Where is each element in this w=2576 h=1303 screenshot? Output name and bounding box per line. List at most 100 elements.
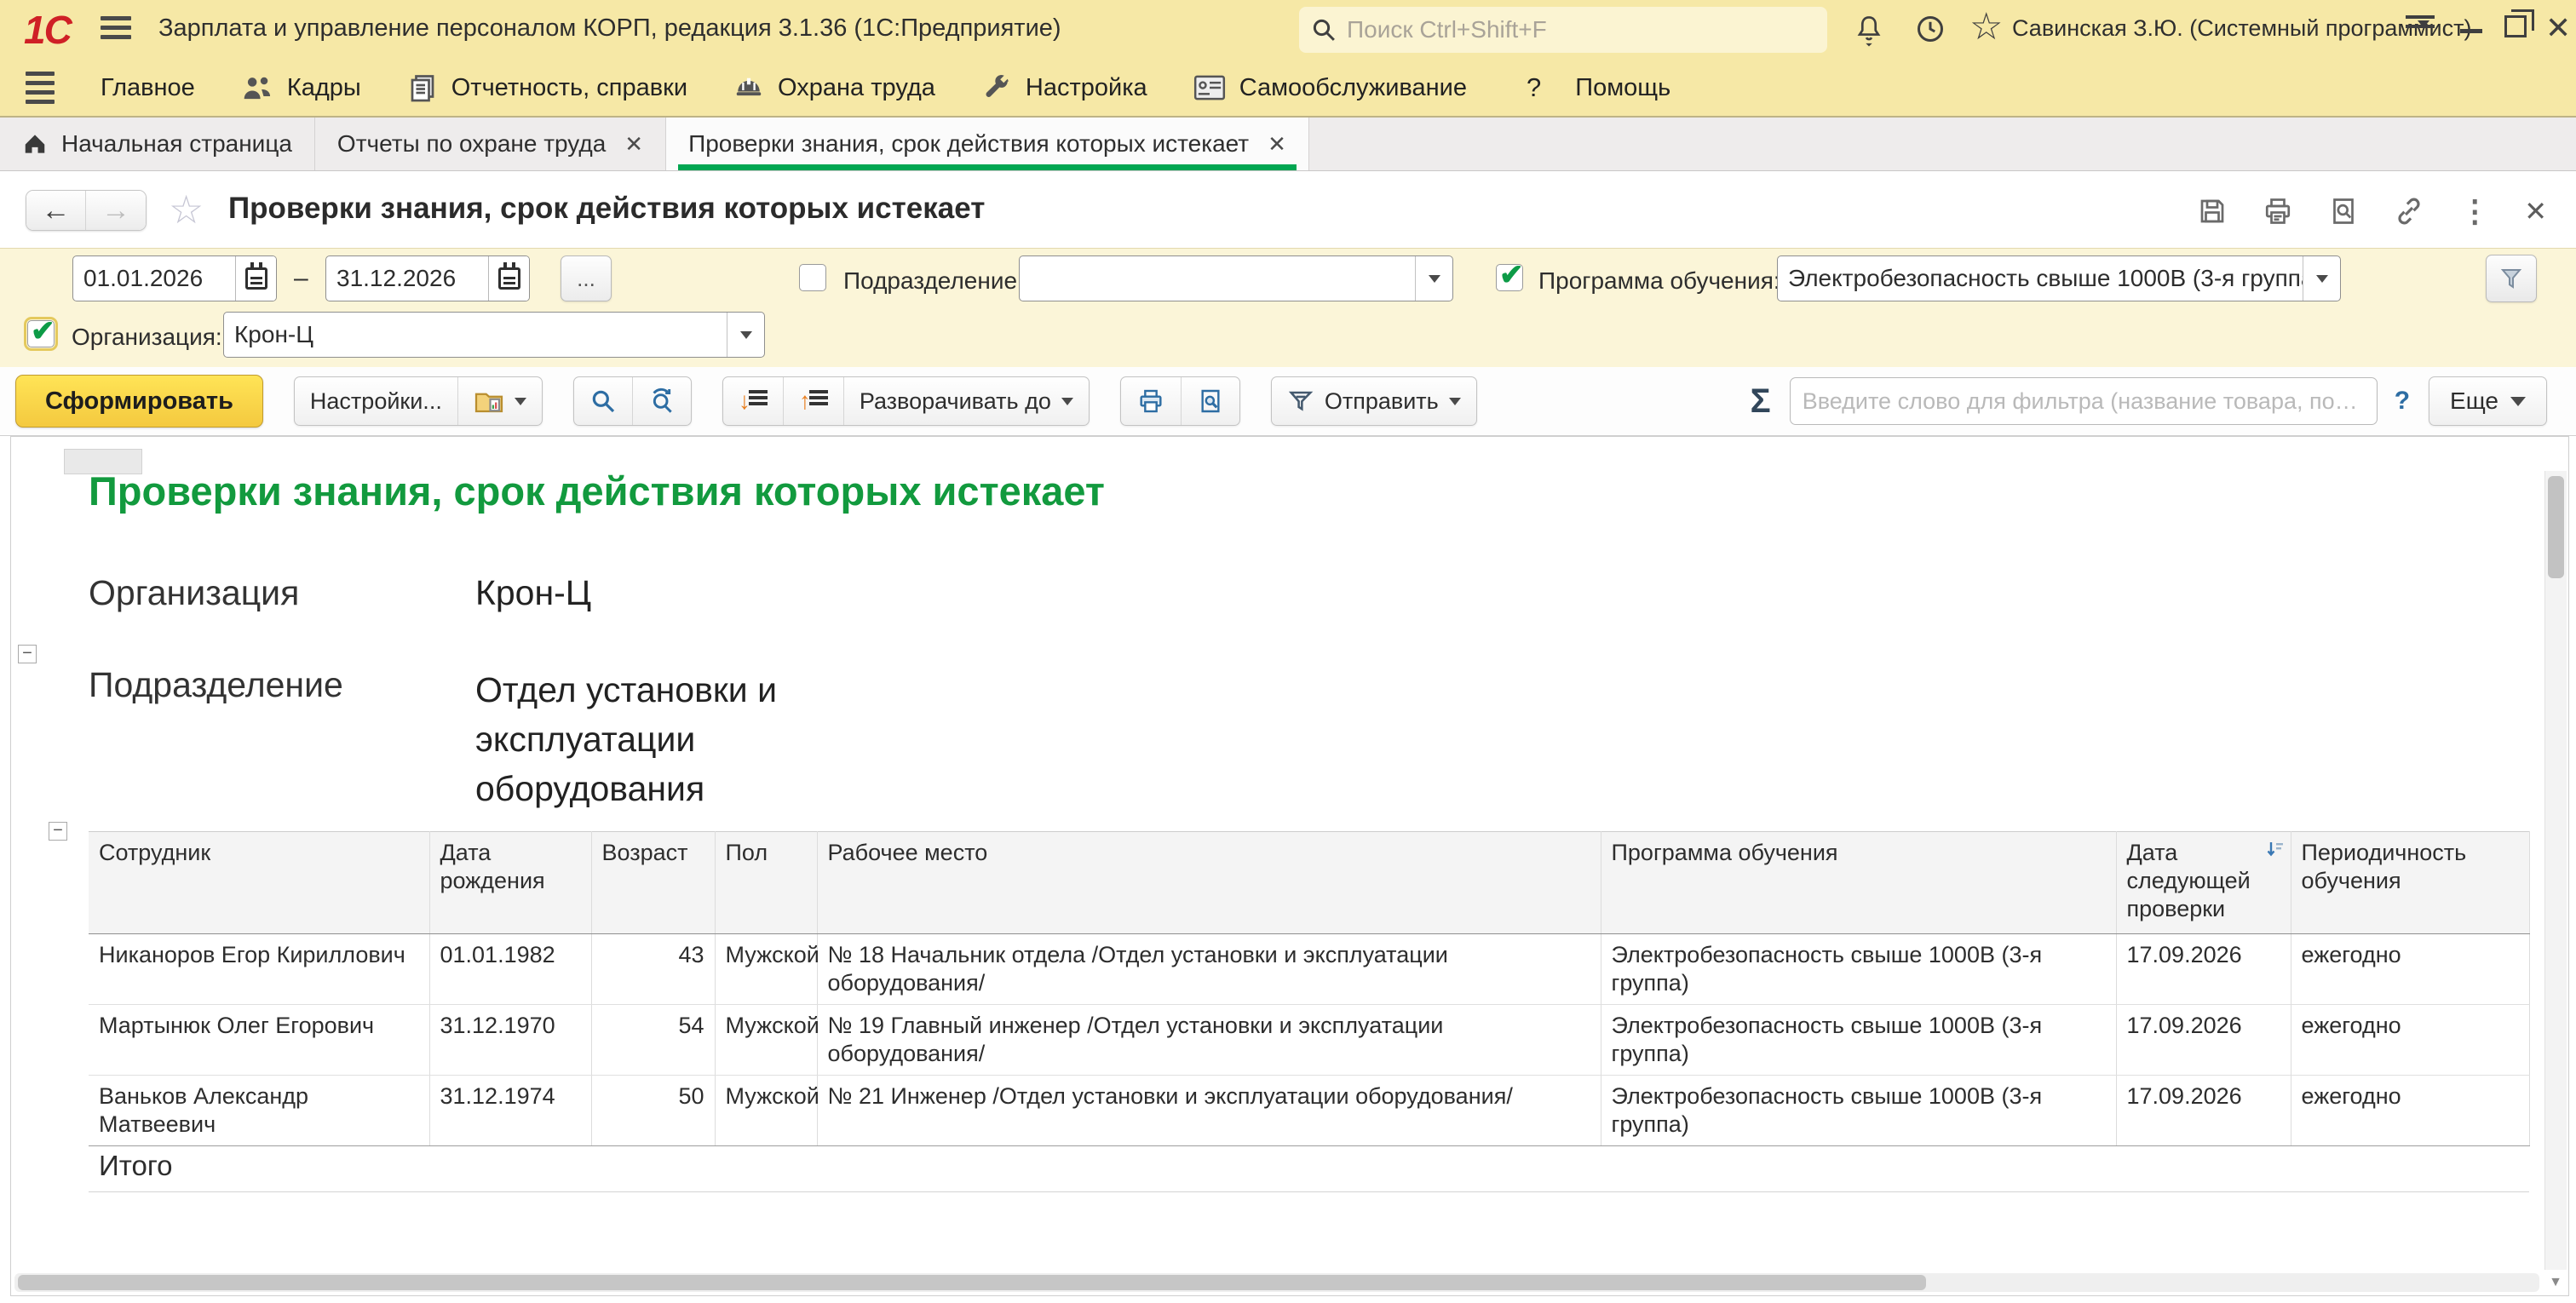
menu-item-hr[interactable]: Кадры [241, 73, 361, 102]
generate-button[interactable]: Сформировать [15, 375, 263, 428]
menu-item-settings[interactable]: Настройка [981, 72, 1147, 103]
print-preview-icon[interactable] [2328, 196, 2359, 227]
help-question-icon[interactable]: ? [1527, 72, 1541, 103]
1c-logo-icon: 1С [24, 7, 71, 53]
current-user[interactable]: Савинская З.Ю. (Системный программист) [2012, 15, 2472, 42]
more-button[interactable]: Еще [2429, 376, 2547, 426]
search-button-group [573, 376, 692, 426]
expand-groups-button[interactable]: ↑ [784, 377, 844, 425]
chevron-down-icon[interactable] [727, 313, 764, 357]
table-row[interactable]: Мартынюк Олег Егорович31.12.197054Мужско… [89, 1005, 2529, 1076]
menu-item-labor-safety[interactable]: Охрана труда [733, 72, 935, 103]
tab-label: Начальная страница [61, 130, 292, 158]
tab-label: Проверки знания, срок действия которых и… [688, 130, 1249, 158]
chevron-down-icon[interactable] [1415, 256, 1452, 301]
organization-value: Крон-Ц [224, 313, 727, 357]
collapse-group-button[interactable] [49, 822, 67, 841]
send-button[interactable]: Отправить [1272, 377, 1476, 425]
report-doc-icon [407, 72, 438, 103]
col-workplace[interactable]: Рабочее место [817, 832, 1601, 934]
horizontal-scrollbar[interactable] [14, 1273, 2539, 1292]
choose-period-button[interactable]: ... [561, 255, 612, 301]
restore-window-icon[interactable] [2504, 15, 2527, 37]
close-window-icon[interactable] [2545, 10, 2571, 46]
organization-combo[interactable]: Крон-Ц [223, 312, 765, 358]
program-checkbox[interactable] [1496, 264, 1523, 291]
department-checkbox[interactable] [799, 264, 826, 291]
period-to-field[interactable]: 31.12.2026 [325, 255, 530, 301]
filter-settings-button[interactable] [2486, 255, 2537, 302]
table-cell: № 19 Главный инженер /Отдел установки и … [817, 1005, 1601, 1076]
col-age[interactable]: Возраст [591, 832, 715, 934]
menu-item-main[interactable]: Главное [101, 74, 195, 102]
table-cell: ежегодно [2291, 934, 2529, 1005]
table-row[interactable]: Никаноров Егор Кириллович01.01.198243Муж… [89, 934, 2529, 1005]
find-button[interactable] [574, 377, 633, 425]
save-icon[interactable] [2197, 196, 2228, 227]
forward-button[interactable]: → [86, 191, 146, 230]
sort-ascending-icon[interactable] [2265, 839, 2286, 859]
chevron-down-icon[interactable] [2303, 256, 2340, 301]
autosum-sigma-icon[interactable]: Σ [1751, 382, 1771, 421]
minimize-icon[interactable] [2460, 29, 2482, 33]
table-cell: ежегодно [2291, 1076, 2529, 1146]
find-next-button[interactable] [633, 377, 691, 425]
col-next-check-date[interactable]: Дата следующей проверки [2116, 832, 2291, 934]
print-icon[interactable] [2262, 196, 2294, 227]
total-row[interactable]: Итого [89, 1146, 2529, 1192]
tab-labor-safety-reports[interactable]: Отчеты по охране труда ✕ [315, 118, 666, 170]
quick-filter-input[interactable]: Введите слово для фильтра (название това… [1790, 377, 2378, 425]
expand-to-button[interactable]: Разворачивать до [844, 377, 1089, 425]
col-program[interactable]: Программа обучения [1601, 832, 2116, 934]
notifications-bell-icon[interactable] [1854, 14, 1884, 48]
period-from-field[interactable]: 01.01.2026 [72, 255, 277, 301]
table-cell: 54 [591, 1005, 715, 1076]
calendar-icon[interactable] [488, 256, 529, 301]
sections-panel-icon[interactable] [26, 72, 55, 104]
calendar-icon[interactable] [235, 256, 276, 301]
col-periodicity[interactable]: Периодичность обучения [2291, 832, 2529, 934]
collapse-groups-button[interactable]: ↓ [723, 377, 784, 425]
favorites-star-icon[interactable] [1969, 5, 2003, 49]
folder-report-icon [474, 387, 504, 416]
department-combo[interactable] [1019, 255, 1453, 301]
filter-help-icon[interactable]: ? [2395, 387, 2410, 416]
horizontal-scrollbar-thumb[interactable] [18, 1275, 1926, 1290]
scroll-down-icon[interactable] [2547, 1275, 2564, 1294]
tab-close-icon[interactable]: ✕ [624, 131, 643, 158]
col-employee[interactable]: Сотрудник [89, 832, 429, 934]
add-to-favorites-star-icon[interactable] [169, 187, 204, 232]
more-actions-icon[interactable] [2459, 193, 2490, 229]
period-from-value[interactable]: 01.01.2026 [73, 256, 235, 301]
service-menu-icon[interactable] [2406, 15, 2435, 43]
wrench-icon [981, 72, 1012, 103]
history-icon[interactable] [1915, 14, 1946, 44]
settings-button[interactable]: Настройки... [295, 377, 458, 425]
vertical-scrollbar[interactable] [2544, 471, 2567, 1270]
menu-item-reports[interactable]: Отчетность, справки [407, 72, 687, 103]
print-preview-button[interactable] [1182, 377, 1239, 425]
menu-item-help[interactable]: Помощь [1575, 72, 1670, 103]
table-row[interactable]: Ваньков Александр Матвеевич31.12.197450М… [89, 1076, 2529, 1146]
table-cell: Мужской [715, 1076, 817, 1146]
global-search-input[interactable]: Поиск Ctrl+Shift+F [1299, 7, 1827, 53]
period-to-value[interactable]: 31.12.2026 [326, 256, 488, 301]
vertical-scrollbar-thumb[interactable] [2548, 476, 2564, 578]
menu-item-self-service[interactable]: Самообслуживание [1193, 73, 1467, 102]
close-form-icon[interactable] [2524, 195, 2547, 227]
tab-home[interactable]: Начальная страница [0, 118, 315, 170]
print-button[interactable] [1121, 377, 1182, 425]
col-label: Дата следующей проверки [2127, 840, 2251, 921]
main-menu-icon[interactable] [101, 16, 131, 39]
get-link-icon[interactable] [2393, 195, 2425, 227]
program-combo[interactable]: Электробезопасность свыше 1000В (3-я гру… [1777, 255, 2341, 301]
helmet-icon [733, 72, 764, 103]
col-sex[interactable]: Пол [715, 832, 817, 934]
tab-knowledge-checks-expiring[interactable]: Проверки знания, срок действия которых и… [666, 118, 1309, 170]
back-button[interactable]: ← [26, 191, 86, 230]
report-variants-button[interactable] [458, 377, 542, 425]
tab-close-icon[interactable]: ✕ [1268, 131, 1286, 158]
organization-checkbox[interactable] [27, 320, 55, 347]
collapse-group-button[interactable] [18, 645, 37, 663]
col-birthdate[interactable]: Дата рождения [429, 832, 591, 934]
